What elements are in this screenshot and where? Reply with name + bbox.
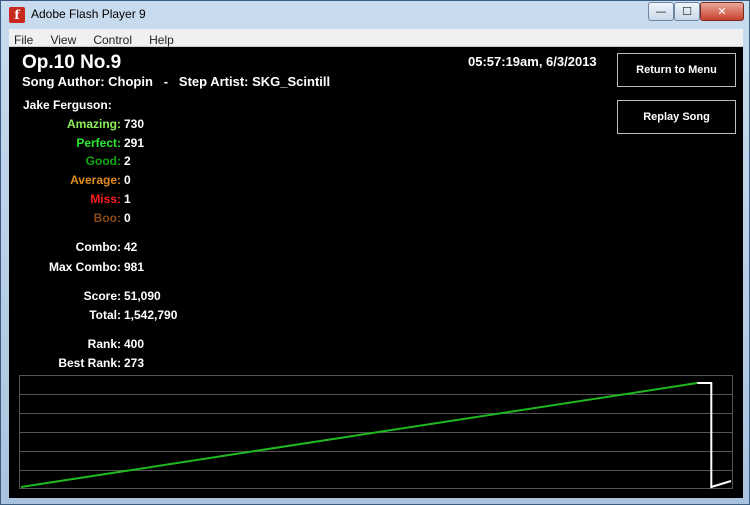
stat-label-score: Score: bbox=[83, 289, 121, 303]
song-end-marker bbox=[697, 382, 732, 489]
return-to-menu-button[interactable]: Return to Menu bbox=[617, 53, 736, 87]
results-screen: Op.10 No.9 Song Author: Chopin - Step Ar… bbox=[9, 47, 743, 498]
stat-label-combo: Combo: bbox=[75, 240, 121, 254]
stat-value-amazing: 730 bbox=[124, 117, 145, 131]
menu-bar: File View Control Help bbox=[9, 29, 743, 47]
stat-label-max-combo: Max Combo: bbox=[49, 260, 121, 274]
stat-label-amazing: Amazing: bbox=[67, 117, 121, 131]
window-title: Adobe Flash Player 9 bbox=[31, 7, 146, 21]
stat-value-combo: 42 bbox=[124, 240, 138, 254]
title-bar[interactable]: f Adobe Flash Player 9 — ☐ ✕ bbox=[1, 1, 749, 29]
song-title: Op.10 No.9 bbox=[22, 52, 122, 73]
stat-label-average: Average: bbox=[70, 173, 121, 187]
flash-player-window: f Adobe Flash Player 9 — ☐ ✕ File View C… bbox=[0, 0, 750, 505]
stat-value-max-combo: 981 bbox=[124, 260, 145, 274]
stat-value-perfect: 291 bbox=[124, 136, 145, 150]
stat-label-perfect: Perfect: bbox=[76, 136, 121, 150]
stat-label-total: Total: bbox=[89, 308, 121, 322]
stat-value-miss: 1 bbox=[124, 192, 131, 206]
accuracy-graph bbox=[19, 375, 733, 489]
maximize-button[interactable]: ☐ bbox=[674, 2, 700, 21]
stat-value-score: 51,090 bbox=[124, 289, 161, 303]
stat-value-total: 1,542,790 bbox=[124, 308, 178, 322]
accuracy-line bbox=[20, 382, 698, 488]
stat-label-boo: Boo: bbox=[93, 211, 121, 225]
stat-value-best-rank: 273 bbox=[124, 356, 145, 370]
flash-app-icon: f bbox=[9, 7, 25, 23]
song-credits: Song Author: Chopin - Step Artist: SKG_S… bbox=[22, 74, 331, 89]
stat-value-boo: 0 bbox=[124, 211, 131, 225]
close-button[interactable]: ✕ bbox=[700, 2, 744, 21]
stat-label-good: Good: bbox=[85, 154, 121, 168]
stat-label-miss: Miss: bbox=[90, 192, 121, 206]
minimize-button[interactable]: — bbox=[648, 2, 674, 21]
replay-song-button[interactable]: Replay Song bbox=[617, 100, 736, 134]
player-name: Jake Ferguson: bbox=[23, 98, 112, 112]
stat-label-best-rank: Best Rank: bbox=[58, 356, 121, 370]
stat-value-average: 0 bbox=[124, 173, 131, 187]
stat-value-good: 2 bbox=[124, 154, 131, 168]
stat-label-rank: Rank: bbox=[87, 337, 121, 351]
stat-value-rank: 400 bbox=[124, 337, 145, 351]
result-timestamp: 05:57:19am, 6/3/2013 bbox=[468, 54, 597, 69]
